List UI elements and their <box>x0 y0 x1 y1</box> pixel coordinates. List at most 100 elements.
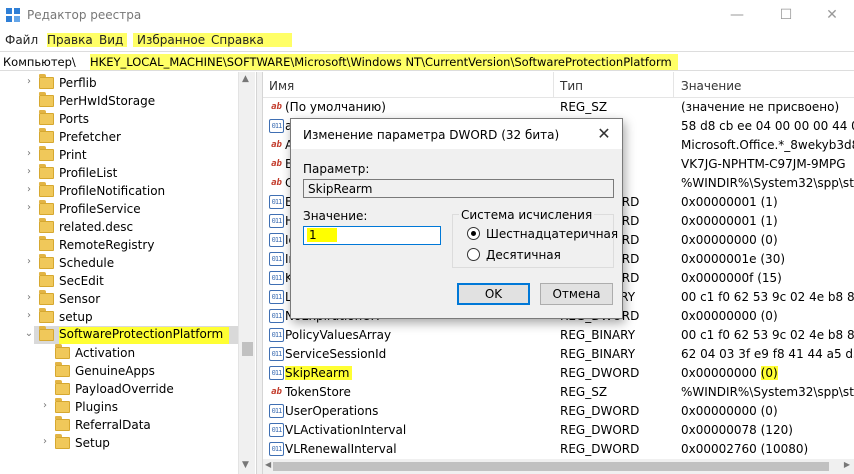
tree-item[interactable]: › Plugins <box>0 398 238 416</box>
binary-value-icon: 011 <box>269 347 284 361</box>
close-window-button[interactable]: ✕ <box>817 4 847 26</box>
string-value-icon: ab <box>271 387 282 397</box>
tree-item[interactable]: › Setup <box>0 434 238 452</box>
radio-dec-label[interactable]: Десятичная <box>486 248 561 262</box>
scroll-left-icon[interactable]: ◀ <box>265 460 271 469</box>
expand-arrow-icon[interactable]: › <box>40 436 50 447</box>
tree-item[interactable]: › Schedule <box>0 254 238 272</box>
registry-value-row[interactable]: 011 SkipRearm REG_DWORD 0x00000000 (0) <box>263 364 854 383</box>
menu-favorites[interactable]: Избранное <box>133 33 210 47</box>
tree-item[interactable]: related.desc <box>0 218 238 236</box>
value-type: REG_DWORD <box>560 442 640 456</box>
folder-icon <box>55 362 70 377</box>
tree-item-label: Print <box>59 148 87 162</box>
expand-arrow-icon[interactable]: › <box>24 310 34 321</box>
tree-item[interactable]: GenuineApps <box>0 362 238 380</box>
registry-value-row[interactable]: 011 VLActivationInterval REG_DWORD 0x000000… <box>263 421 854 440</box>
maximize-button[interactable]: ☐ <box>771 4 801 26</box>
cancel-button[interactable]: Отмена <box>540 283 613 305</box>
registry-value-row[interactable]: 011 VLRenewalInterval REG_DWORD 0x00002760 … <box>263 440 854 459</box>
expand-arrow-icon[interactable]: ⌄ <box>24 328 34 339</box>
value-name: PolicyValuesArray <box>285 328 392 342</box>
tree-item[interactable]: RemoteRegistry <box>0 236 238 254</box>
value-type: REG_DWORD <box>560 423 640 437</box>
scroll-down-icon[interactable]: ▼ <box>242 460 249 470</box>
scroll-thumb[interactable] <box>242 342 253 356</box>
tree-item-label: setup <box>59 310 93 324</box>
value-type: REG_SZ <box>560 100 608 114</box>
expand-arrow-icon[interactable]: › <box>40 400 50 411</box>
ok-button[interactable]: OK <box>457 283 530 305</box>
menu-file[interactable]: Файл <box>5 33 38 47</box>
expand-arrow-icon[interactable]: › <box>24 256 34 267</box>
tree-item[interactable]: › ProfileNotification <box>0 182 238 200</box>
tree-item[interactable]: ReferralData <box>0 416 238 434</box>
folder-icon <box>39 128 54 143</box>
value-data: 0x00000001 (1) <box>681 214 778 228</box>
menu-view[interactable]: Вид <box>96 33 128 47</box>
tree-item[interactable]: Ports <box>0 110 238 128</box>
tree-item[interactable]: › Sensor <box>0 290 238 308</box>
minimize-button[interactable]: — <box>722 4 752 26</box>
expand-arrow-icon[interactable]: › <box>24 184 34 195</box>
scroll-right-icon[interactable]: ▶ <box>844 460 850 469</box>
tree-item[interactable]: › Perflib <box>0 74 238 92</box>
tree-item[interactable]: PerHwIdStorage <box>0 92 238 110</box>
value-data: %WINDIR%\System32\spp\st <box>681 176 854 190</box>
value-data: Microsoft.Office.*_8wekyb3d8 <box>681 138 854 152</box>
tree-item-label: GenuineApps <box>75 364 155 378</box>
tree-item[interactable]: › ProfileList <box>0 164 238 182</box>
tree-item[interactable]: ⌄ SoftwareProtectionPlatform <box>25 326 238 344</box>
menu-help[interactable]: Справка <box>207 33 292 47</box>
registry-value-row[interactable]: 011 PolicyValuesArray REG_BINARY 00 c1 f0 6… <box>263 326 854 345</box>
address-bar[interactable]: Компьютер\ HKEY_LOCAL_MACHINE\SOFTWARE\M… <box>0 51 854 71</box>
window-title: Редактор реестра <box>27 8 142 22</box>
radio-dec[interactable] <box>467 248 480 261</box>
folder-icon <box>39 218 54 233</box>
h-scroll-thumb[interactable] <box>273 462 829 471</box>
tree-item-label: Ports <box>59 112 90 126</box>
tree-item[interactable]: Prefetcher <box>0 128 238 146</box>
registry-value-row[interactable]: 011 UserOperations REG_DWORD 0x00000000 (0) <box>263 402 854 421</box>
expand-arrow-icon[interactable]: › <box>24 166 34 177</box>
folder-icon <box>39 110 54 125</box>
pane-splitter[interactable] <box>256 72 263 474</box>
registry-value-row[interactable]: 011 ServiceSessionId REG_BINARY 62 04 03 3f… <box>263 345 854 364</box>
tree-item[interactable]: › setup <box>0 308 238 326</box>
column-type-header[interactable]: Тип <box>560 79 583 93</box>
value-input[interactable]: 1 <box>303 226 441 245</box>
menu-edit[interactable]: Правка <box>47 33 97 47</box>
binary-value-icon: 011 <box>269 442 284 456</box>
value-type: REG_DWORD <box>560 366 640 380</box>
value-label: Значение: <box>303 209 368 223</box>
horizontal-scrollbar[interactable]: ◀ ▶ <box>263 459 854 474</box>
binary-value-icon: 011 <box>269 214 284 228</box>
binary-value-icon: 011 <box>269 328 284 342</box>
folder-icon <box>39 254 54 269</box>
dialog-close-icon[interactable]: ✕ <box>594 124 614 143</box>
expand-arrow-icon[interactable]: › <box>24 76 34 87</box>
menu-bar: Файл Правка Вид Избранное Справка <box>0 30 854 50</box>
folder-icon <box>39 290 54 305</box>
tree-item[interactable]: SecEdit <box>0 272 238 290</box>
folder-icon <box>39 164 54 179</box>
tree-scrollbar[interactable]: ▲ ▼ <box>238 72 255 474</box>
radio-hex-label[interactable]: Шестнадцатеричная <box>486 227 618 241</box>
address-path[interactable]: HKEY_LOCAL_MACHINE\SOFTWARE\Microsoft\Wi… <box>90 54 678 70</box>
expand-arrow-icon[interactable]: › <box>24 202 34 213</box>
scroll-up-icon[interactable]: ▲ <box>242 74 249 84</box>
column-data-header[interactable]: Значение <box>681 79 741 93</box>
tree-item[interactable]: PayloadOverride <box>0 380 238 398</box>
tree-item-label: related.desc <box>59 220 134 234</box>
list-header: Имя Тип Значение <box>263 72 854 98</box>
expand-arrow-icon[interactable]: › <box>24 292 34 303</box>
expand-arrow-icon[interactable]: › <box>24 148 34 159</box>
column-name-header[interactable]: Имя <box>269 79 294 93</box>
tree-item[interactable]: › ProfileService <box>0 200 238 218</box>
registry-value-row[interactable]: ab TokenStore REG_SZ %WINDIR%\System32\spp\… <box>263 383 854 402</box>
registry-value-row[interactable]: ab (По умолчанию) REG_SZ (значение не присв… <box>263 98 854 117</box>
tree-item[interactable]: › Print <box>0 146 238 164</box>
radio-hex[interactable] <box>467 227 480 240</box>
tree-item-label: ReferralData <box>75 418 151 432</box>
tree-item[interactable]: Activation <box>0 344 238 362</box>
